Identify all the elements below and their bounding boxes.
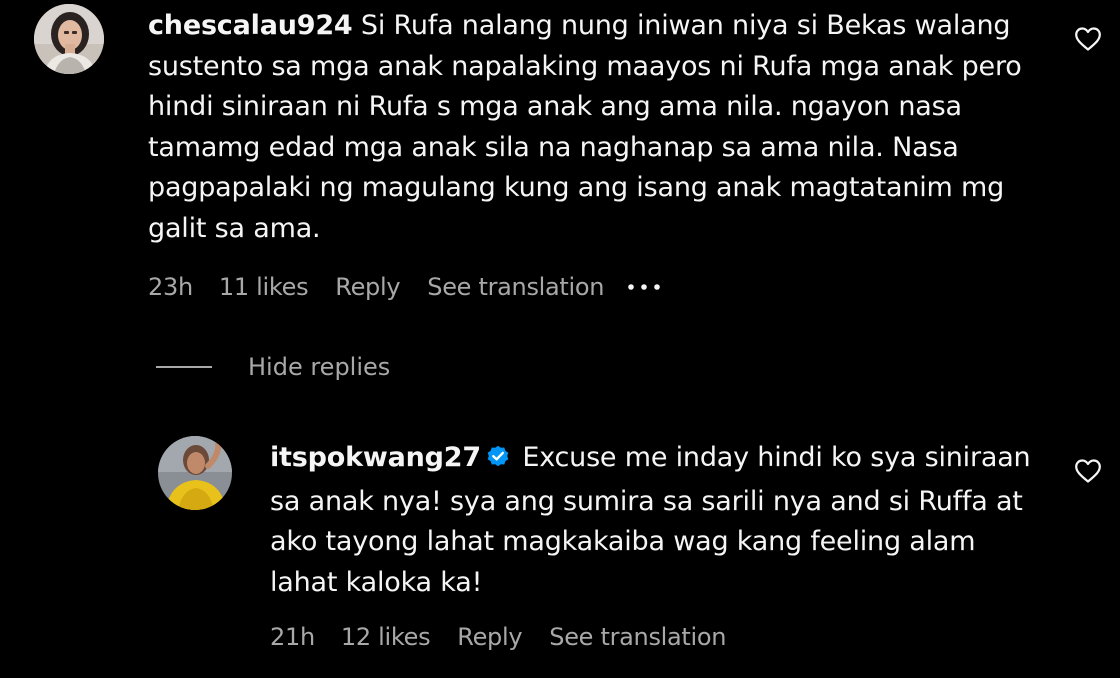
heart-outline-icon [1075, 459, 1101, 483]
reply-avatar[interactable] [158, 436, 232, 510]
reply-timestamp[interactable]: 21h [270, 623, 315, 651]
comment-timestamp[interactable]: 23h [148, 273, 193, 301]
reply-item: itspokwang27 Excuse me inday hindi ko sy… [0, 420, 1120, 678]
comment-meta-bar: 23h 11 likes Reply See translation [148, 270, 662, 304]
comment-item: chescalau924 Si Rufa nalang nung iniwan … [0, 0, 1120, 330]
comment-text-block: chescalau924 Si Rufa nalang nung iniwan … [148, 6, 1038, 249]
reply-username[interactable]: itspokwang27 [270, 442, 481, 473]
like-comment-button[interactable] [1074, 26, 1102, 52]
hide-replies-label: Hide replies [248, 353, 391, 381]
commenter-username[interactable]: chescalau924 [148, 10, 353, 41]
comment-reply-button[interactable]: Reply [335, 273, 400, 301]
comment-like-count[interactable]: 11 likes [219, 273, 309, 301]
commenter-avatar[interactable] [34, 4, 104, 74]
hide-replies-button[interactable]: Hide replies [156, 350, 390, 384]
reply-meta-bar: 21h 12 likes Reply See translation [270, 620, 727, 654]
reply-reply-button[interactable]: Reply [457, 623, 522, 651]
comment-text: Si Rufa nalang nung iniwan niya si Bekas… [148, 10, 1022, 244]
verified-badge-icon [487, 445, 509, 467]
verified-badge [485, 441, 511, 482]
reply-avatar-image [158, 436, 232, 510]
heart-outline-icon [1075, 27, 1101, 51]
reply-text-block: itspokwang27 Excuse me inday hindi ko sy… [270, 438, 1040, 603]
more-options-icon [628, 284, 661, 290]
comment-see-translation-button[interactable]: See translation [427, 273, 604, 301]
reply-see-translation-button[interactable]: See translation [549, 623, 726, 651]
reply-like-count[interactable]: 12 likes [341, 623, 431, 651]
commenter-avatar-image [34, 4, 104, 74]
more-options-button[interactable] [626, 282, 662, 292]
like-reply-button[interactable] [1074, 458, 1102, 484]
replies-divider-line [156, 366, 212, 368]
